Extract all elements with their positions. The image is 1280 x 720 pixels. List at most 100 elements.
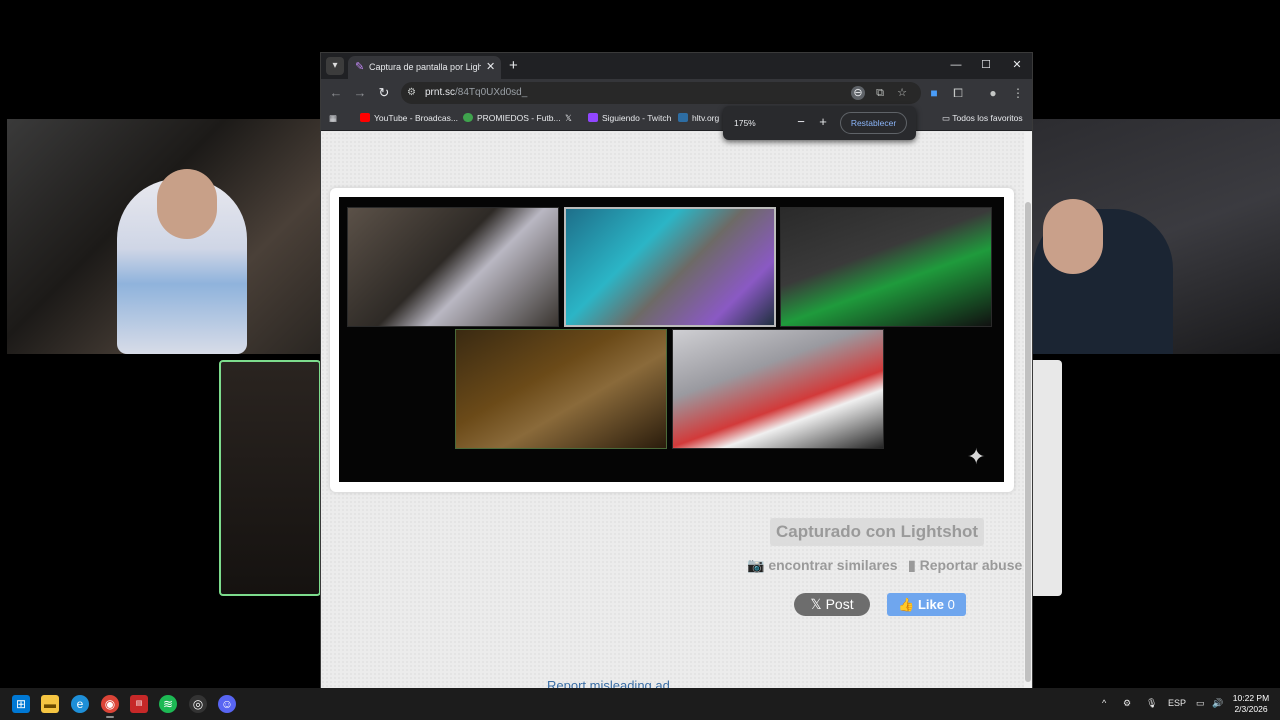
x-post-label: Post (825, 596, 854, 612)
bookmark-label: hltv.org (692, 113, 720, 123)
find-similar-link[interactable]: 📷 encontrar similares (747, 556, 898, 574)
zoom-icon[interactable]: ⊖ (851, 86, 865, 100)
install-app-icon[interactable]: ⧉ (873, 86, 887, 100)
clock-time: 10:22 PM (1232, 693, 1270, 703)
back-button[interactable]: ← (328, 85, 344, 101)
page-scrollbar[interactable] (1024, 132, 1032, 688)
stream-thumbnail (455, 329, 667, 449)
zoom-popup: 175% − + Restablecer (723, 106, 916, 140)
x-post-button[interactable]: 𝕏 Post (794, 593, 870, 616)
report-misleading-ad-link[interactable]: Report misleading ad (547, 678, 670, 688)
active-tab[interactable]: ✎ Captura de pantalla por Lightshot ✕ (348, 56, 501, 79)
volume-icon[interactable]: 🔊 (1212, 697, 1223, 710)
url-text[interactable]: prnt.sc/84Tq0UXd0sd_ (425, 86, 527, 100)
extensions-puzzle-icon[interactable]: ⧠ (950, 85, 966, 101)
reload-button[interactable]: ↻ (376, 85, 392, 101)
hltv-icon (678, 113, 688, 122)
system-clock[interactable]: 10:22 PM 2/3/2026 (1228, 693, 1274, 715)
camera-icon: 📷 (747, 557, 769, 573)
stream-thumbnail (564, 207, 776, 327)
sparkle-icon: ✦ (967, 444, 986, 469)
bookmark-label: PROMIEDOS - Futb... (477, 113, 561, 123)
thumbs-up-icon: 👍 (898, 597, 918, 612)
twitch-icon (588, 113, 598, 122)
all-bookmarks-label: Todos los favoritos (952, 113, 1023, 123)
bookmark-label: YouTube - Broadcas... (374, 113, 458, 123)
browser-toolbar: ← → ↻ ⚙ prnt.sc/84Tq0UXd0sd_ ⊖ ⧉ ☆ ■ ⧠ ●… (321, 79, 1032, 107)
report-abuse-label: Reportar abuse (919, 557, 1023, 573)
new-tab-button[interactable]: + (509, 57, 518, 75)
edge-icon[interactable]: e (71, 695, 89, 713)
discord-icon[interactable]: ☺ (218, 695, 236, 713)
stream-thumbnail (780, 207, 992, 327)
facebook-like-button[interactable]: 👍 Like 0 (887, 593, 966, 616)
bookmark-youtube[interactable]: YouTube - Broadcas... (360, 112, 458, 124)
reset-zoom-button[interactable]: Restablecer (840, 112, 907, 134)
browser-window: ▾ ✎ Captura de pantalla por Lightshot ✕ … (320, 52, 1033, 688)
x-icon: 𝕏 (565, 113, 572, 123)
tab-title: Captura de pantalla por Lightshot (369, 62, 481, 72)
show-hidden-icons[interactable]: ^ (1102, 697, 1106, 710)
bookmarks-bar: ▦ YouTube - Broadcas... PROMIEDOS - Futb… (321, 107, 1032, 131)
multiviewer-icon[interactable]: ▤ (130, 695, 148, 713)
find-similar-label: encontrar similares (768, 557, 898, 573)
bookmark-label: Siguiendo - Twitch (602, 113, 672, 123)
captured-with-lightshot[interactable]: Capturado con Lightshot (770, 518, 985, 546)
screenshot-card: ✦ (330, 188, 1014, 492)
bookmark-star-icon[interactable]: ☆ (895, 86, 909, 100)
profile-avatar-icon[interactable]: ● (985, 85, 1001, 101)
scrollbar-thumb[interactable] (1025, 202, 1031, 682)
network-icon[interactable]: ▭ (1196, 697, 1205, 710)
like-count: 0 (947, 597, 955, 612)
clipboard-icon: ▮ (908, 557, 920, 573)
microphone-icon[interactable]: 🎙 (1146, 697, 1157, 710)
address-bar[interactable]: ⚙ prnt.sc/84Tq0UXd0sd_ ⊖ ⧉ ☆ (401, 82, 921, 104)
file-explorer-icon[interactable]: ▬ (41, 695, 59, 713)
extension-icon[interactable]: ■ (926, 85, 942, 101)
zoom-in-button[interactable]: + (816, 115, 830, 129)
forward-button[interactable]: → (352, 85, 368, 101)
report-abuse-link[interactable]: ▮ Reportar abuse (908, 556, 1022, 574)
stream-tile-bottom-left (219, 360, 321, 596)
promiedos-icon (463, 113, 473, 122)
bookmark-hltv[interactable]: hltv.org (678, 112, 719, 124)
bookmark-twitch[interactable]: Siguiendo - Twitch (588, 112, 671, 124)
bookmark-x[interactable]: 𝕏 (565, 112, 572, 124)
chrome-icon[interactable]: ◉ (101, 695, 119, 718)
close-window-button[interactable]: ✕ (1009, 57, 1025, 73)
zoom-out-button[interactable]: − (794, 115, 808, 129)
like-label: Like (917, 597, 944, 612)
streamer-head (1043, 199, 1103, 274)
all-bookmarks-folder[interactable]: ▭ Todos los favoritos (942, 112, 1023, 124)
minimize-button[interactable]: — (948, 57, 964, 73)
obs-icon[interactable]: ◎ (189, 695, 207, 713)
clock-date: 2/3/2026 (1234, 704, 1268, 714)
page-content: ✦ Capturado con Lightshot 📷 encontrar si… (321, 132, 1024, 688)
taskbar: ⊞ ▬ e ◉ ▤ ≋ ◎ ☺ ^ ⚙ 🎙 ESP ▭ 🔊 10:22 PM 2… (0, 688, 1280, 720)
youtube-icon (360, 113, 370, 122)
tab-search-button[interactable]: ▾ (326, 57, 344, 75)
feather-icon: ✎ (355, 61, 365, 73)
menu-dots-icon[interactable]: ⋮ (1010, 85, 1026, 101)
url-domain: prnt.sc (425, 87, 456, 98)
stream-thumbnail (672, 329, 884, 449)
x-icon: 𝕏 (810, 596, 826, 612)
folder-icon: ▭ (942, 113, 953, 123)
desktop: ▾ ✎ Captura de pantalla por Lightshot ✕ … (0, 0, 1280, 688)
tab-strip: ▾ ✎ Captura de pantalla por Lightshot ✕ … (321, 53, 1032, 79)
close-tab-icon[interactable]: ✕ (486, 60, 495, 74)
bookmark-promiedos[interactable]: PROMIEDOS - Futb... (463, 112, 561, 124)
windows-start-icon[interactable]: ⊞ (12, 695, 30, 713)
site-info-icon[interactable]: ⚙ (407, 86, 416, 100)
screenshot-image[interactable]: ✦ (339, 197, 1004, 482)
maximize-button[interactable]: ☐ (978, 57, 994, 73)
stream-tile-bottom-right (1033, 360, 1062, 596)
spotify-icon[interactable]: ≋ (159, 695, 177, 713)
url-path: /84Tq0UXd0sd_ (455, 87, 528, 98)
stream-thumbnail (347, 207, 559, 327)
stream-tile-left (7, 119, 320, 354)
apps-grid-icon[interactable]: ▦ (329, 112, 337, 124)
language-indicator[interactable]: ESP (1168, 697, 1186, 710)
steam-icon[interactable]: ⚙ (1123, 697, 1131, 710)
zoom-level: 175% (734, 118, 756, 128)
